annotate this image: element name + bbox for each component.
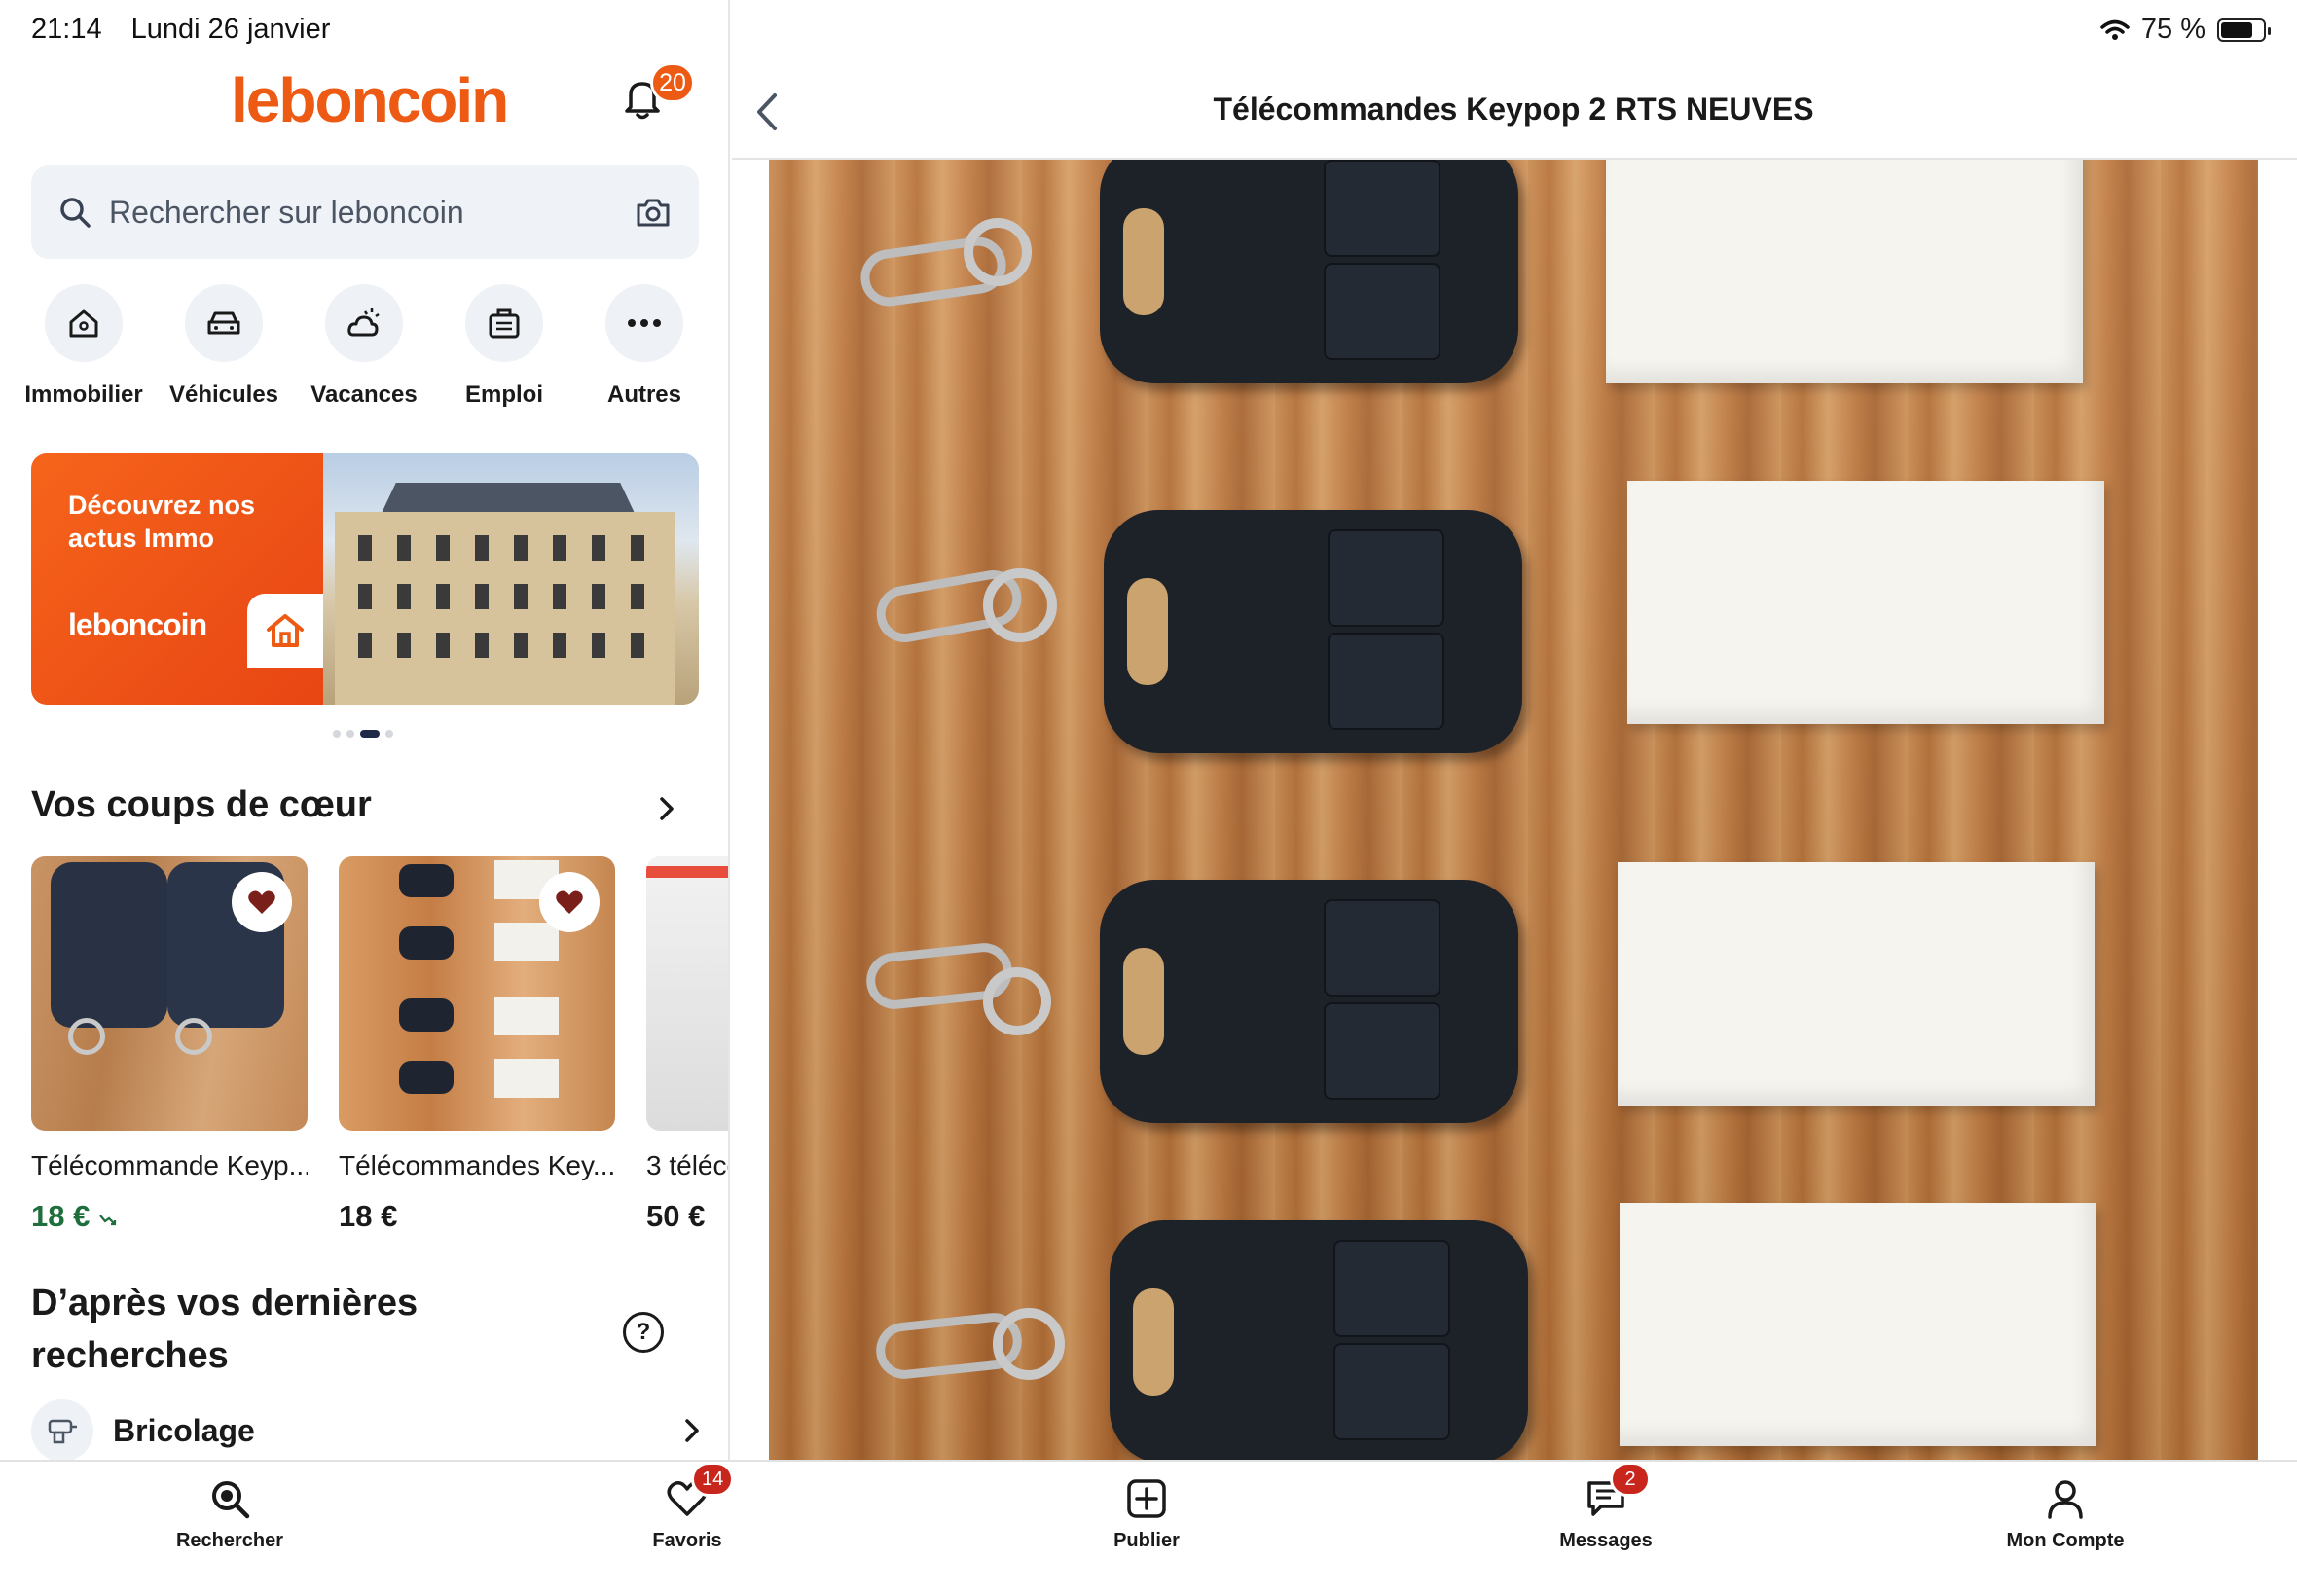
listing-thumbnail: [31, 856, 308, 1131]
heart-filled-icon: [556, 890, 583, 914]
banner-orange-panel: Découvrez nos actus Immo leboncoin: [31, 453, 323, 705]
listing-title: Télécommande Keyp...: [31, 1150, 308, 1180]
category-label: Immobilier: [24, 381, 143, 408]
category-label: Autres: [606, 381, 682, 408]
tab-label: Favoris: [652, 1530, 722, 1551]
plus-square-icon: [1127, 1479, 1166, 1518]
drill-icon: [48, 1419, 77, 1444]
more-icon: [628, 319, 661, 327]
search-icon: [212, 1481, 250, 1519]
tab-label: Mon Compte: [2006, 1530, 2125, 1551]
category-vehicules[interactable]: Véhicules: [154, 284, 294, 409]
favorite-button[interactable]: [539, 872, 600, 932]
banner-pagination: [333, 730, 393, 738]
banner-headline: Découvrez nos actus Immo: [68, 490, 256, 553]
status-bar-right: 75 %: [2100, 14, 2271, 46]
category-shortcuts: Immobilier Véhicules Vacances Emploi Aut…: [14, 284, 714, 409]
notification-badge: 20: [650, 62, 695, 103]
listing-photo[interactable]: [769, 160, 2258, 1460]
listing-title-header: Télécommandes Keypop 2 RTS NEUVES: [1213, 91, 1814, 127]
battery-percent: 75 %: [2140, 14, 2206, 45]
briefcase-icon: [489, 308, 520, 339]
recent-search-item[interactable]: Bricolage: [31, 1399, 699, 1460]
tab-label: Rechercher: [175, 1530, 284, 1551]
search-icon: [60, 198, 91, 228]
category-immobilier[interactable]: Immobilier: [14, 284, 154, 409]
banner-house-badge: [247, 594, 323, 668]
messages-badge: 2: [1610, 1462, 1651, 1497]
banner-building-photo: [323, 453, 699, 705]
tab-rechercher[interactable]: Rechercher: [132, 1475, 327, 1552]
sun-cloud-icon: [347, 308, 380, 337]
category-label: Emploi: [464, 381, 543, 408]
wifi-icon: [2100, 19, 2130, 40]
recent-searches-title: D’après vos dernières recherches: [31, 1283, 419, 1376]
camera-icon[interactable]: [635, 196, 672, 229]
search-placeholder: Rechercher sur leboncoin: [109, 194, 464, 230]
listing-title: 3 téléco: [646, 1150, 728, 1180]
listing-price: 18 €: [339, 1199, 398, 1233]
listing-price: 50 €: [646, 1199, 706, 1233]
listing-title: Télécommandes Key...: [339, 1150, 615, 1180]
favorites-badge: 14: [691, 1462, 735, 1497]
category-label: Vacances: [310, 381, 418, 408]
trend-down-icon: [99, 1215, 117, 1226]
listing-thumbnail: [339, 856, 615, 1131]
banner-logo: leboncoin: [68, 607, 207, 642]
listing-thumbnail: [646, 856, 728, 1131]
promo-banner[interactable]: Découvrez nos actus Immo leboncoin: [31, 453, 699, 705]
chevron-right-icon: [685, 1419, 699, 1442]
tab-label: Publier: [1113, 1530, 1180, 1551]
chevron-right-icon[interactable]: [654, 796, 679, 821]
category-autres[interactable]: Autres: [574, 284, 714, 409]
favorites-carousel: Télécommande Keyp... 18 € Télécommandes …: [31, 856, 728, 1234]
search-input[interactable]: Rechercher sur leboncoin: [31, 165, 699, 259]
tab-label: Messages: [1559, 1530, 1653, 1551]
house-icon: [267, 614, 304, 647]
tab-mon-compte[interactable]: Mon Compte: [1968, 1475, 2163, 1552]
tab-favoris[interactable]: 14 Favoris: [590, 1462, 784, 1552]
home-pane: leboncoin 20 Rechercher sur leboncoin Im…: [0, 0, 730, 1460]
tab-publier[interactable]: Publier: [1049, 1475, 1244, 1552]
favorite-card[interactable]: Télécommande Keyp... 18 €: [31, 856, 308, 1234]
tab-messages[interactable]: 2 Messages: [1509, 1462, 1703, 1552]
help-icon[interactable]: ?: [623, 1312, 664, 1353]
recent-search-label: Bricolage: [113, 1412, 255, 1448]
favorite-button[interactable]: [232, 872, 292, 932]
category-emploi[interactable]: Emploi: [434, 284, 574, 409]
bottom-tab-bar: Rechercher 14 Favoris Publier 2 Messages…: [0, 1460, 2297, 1596]
category-label: Véhicules: [168, 381, 279, 408]
favorite-card[interactable]: Télécommandes Key... 18 €: [339, 856, 615, 1234]
favorites-section-title: Vos coups de cœur: [31, 784, 372, 825]
house-icon: [69, 309, 98, 338]
user-icon: [2048, 1480, 2083, 1519]
car-icon: [207, 311, 240, 335]
back-chevron-icon[interactable]: [753, 91, 781, 132]
battery-icon: [2217, 18, 2271, 42]
heart-filled-icon: [248, 890, 275, 914]
favorite-card[interactable]: 3 téléco 50 €: [646, 856, 728, 1234]
leboncoin-logo[interactable]: leboncoin: [231, 64, 509, 136]
listing-price: 18 €: [31, 1199, 308, 1234]
category-vacances[interactable]: Vacances: [294, 284, 434, 409]
